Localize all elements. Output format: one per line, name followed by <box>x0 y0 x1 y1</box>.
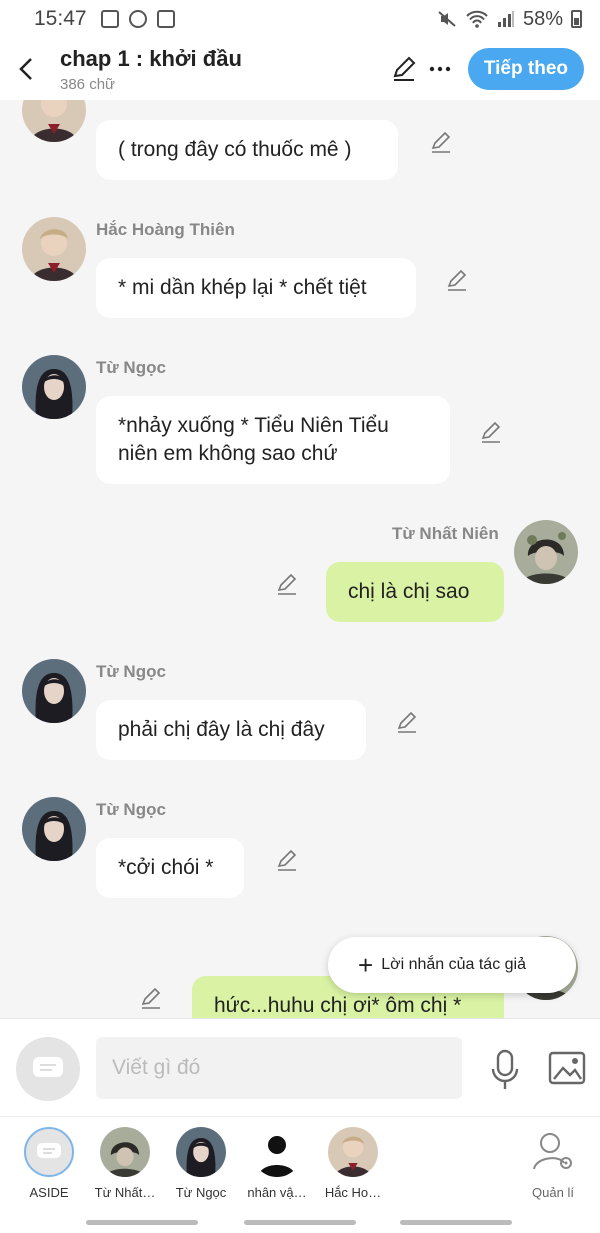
avatar <box>176 1127 226 1177</box>
sender-name: Từ Ngọc <box>96 662 166 681</box>
sender-name: Từ Nhất Niên <box>392 524 499 543</box>
edit-message-icon[interactable] <box>480 422 502 444</box>
sender-name: Từ Ngọc <box>96 358 166 377</box>
character-label: ASIDE <box>29 1185 69 1200</box>
app-notification-icon <box>156 10 175 28</box>
message-bubble-mine[interactable]: chị là chị sao <box>326 562 504 622</box>
message-input[interactable] <box>96 1037 462 1099</box>
avatar <box>100 1127 150 1177</box>
aside-toggle-button[interactable] <box>16 1037 80 1101</box>
message-bubble[interactable]: * mi dần khép lại * chết tiệt <box>96 258 416 318</box>
manage-characters-button[interactable]: Quản lí <box>518 1127 588 1200</box>
chevron-left-icon <box>19 58 32 80</box>
aside-avatar <box>24 1127 74 1177</box>
author-note-label: Lời nhắn của tác giả <box>381 956 526 973</box>
status-bar: 15:47 58% <box>0 0 600 38</box>
chapter-info: chap 1 : khởi đầu 386 chữ <box>60 46 386 93</box>
character-hac-hoang-thien[interactable]: Hắc Ho… <box>318 1127 388 1200</box>
edit-message-icon[interactable] <box>430 132 452 154</box>
more-dots-icon <box>429 66 451 72</box>
character-label: Hắc Ho… <box>324 1185 382 1200</box>
avatar-tu-nhat-nien[interactable] <box>514 520 578 584</box>
silhouette-avatar <box>252 1127 302 1177</box>
battery-percent: 58% <box>522 7 563 30</box>
author-note-button[interactable]: + Lời nhắn của tác giả <box>328 937 576 993</box>
message-bubble[interactable]: phải chị đây là chị đây <box>96 700 366 760</box>
chat-bubble-icon <box>33 1057 63 1077</box>
battery-icon <box>571 10 582 28</box>
plus-icon: + <box>358 950 374 980</box>
editor-header: chap 1 : khởi đầu 386 chữ Tiếp theo <box>0 38 600 100</box>
character-label: Từ Ngọc <box>175 1185 227 1200</box>
pencil-icon <box>393 56 416 81</box>
message-bubble[interactable]: *nhảy xuống * Tiểu Niên Tiểu niên em khô… <box>96 396 450 484</box>
avatar-hac-hoang-thien[interactable] <box>22 100 86 142</box>
edit-chapter-button[interactable] <box>386 51 422 87</box>
avatar <box>328 1127 378 1177</box>
character-generic[interactable]: nhân vậ… <box>242 1127 312 1200</box>
edit-message-icon[interactable] <box>446 270 468 292</box>
mute-icon <box>438 11 456 27</box>
character-label: Từ Nhất… <box>94 1185 156 1200</box>
avatar-tu-ngoc[interactable] <box>22 355 86 419</box>
character-tu-nhat-nien[interactable]: Từ Nhất… <box>90 1127 160 1200</box>
avatar-hac-hoang-thien[interactable] <box>22 217 86 281</box>
message-bubble[interactable]: ( trong đây có thuốc mê ) <box>96 120 398 180</box>
edit-message-icon[interactable] <box>396 712 418 734</box>
edit-message-icon[interactable] <box>276 574 298 596</box>
avatar-tu-ngoc[interactable] <box>22 659 86 723</box>
avatar-tu-ngoc[interactable] <box>22 797 86 861</box>
signal-icon <box>497 11 514 27</box>
character-label: nhân vậ… <box>247 1185 307 1200</box>
status-time: 15:47 <box>34 7 87 30</box>
recent-apps-button[interactable] <box>86 1220 198 1225</box>
message-bubble[interactable]: *cởi chói * <box>96 838 244 898</box>
chat-bubble-icon <box>37 1143 61 1158</box>
edit-message-icon[interactable] <box>276 850 298 872</box>
character-tu-ngoc[interactable]: Từ Ngọc <box>166 1127 236 1200</box>
back-nav-button[interactable] <box>400 1220 512 1225</box>
microphone-icon[interactable] <box>488 1049 522 1091</box>
word-count: 386 chữ <box>60 75 116 93</box>
circle-notification-icon <box>128 10 147 28</box>
gallery-notification-icon <box>100 10 119 28</box>
chat-area[interactable]: ( trong đây có thuốc mê ) Hắc Hoàng Thiê… <box>0 100 600 1018</box>
sender-name: Hắc Hoàng Thiên <box>96 220 235 239</box>
home-button[interactable] <box>244 1220 356 1225</box>
character-bar: ASIDE Từ Nhất… Từ Ngọc nhân vậ… Hắc Ho… … <box>0 1116 600 1212</box>
manage-avatar <box>528 1127 578 1177</box>
more-options-button[interactable] <box>422 51 458 87</box>
sender-name: Từ Ngọc <box>96 800 166 819</box>
composer-bar <box>0 1018 600 1116</box>
image-icon[interactable] <box>548 1051 586 1085</box>
next-button[interactable]: Tiếp theo <box>467 48 584 90</box>
chapter-title: chap 1 : khởi đầu <box>60 45 242 71</box>
edit-message-icon[interactable] <box>140 988 162 1010</box>
back-button[interactable] <box>12 55 40 83</box>
manage-label: Quản lí <box>532 1185 574 1200</box>
character-aside[interactable]: ASIDE <box>14 1127 84 1200</box>
user-settings-icon <box>533 1133 572 1170</box>
system-navigation-bar <box>0 1212 600 1233</box>
wifi-icon <box>466 10 488 28</box>
